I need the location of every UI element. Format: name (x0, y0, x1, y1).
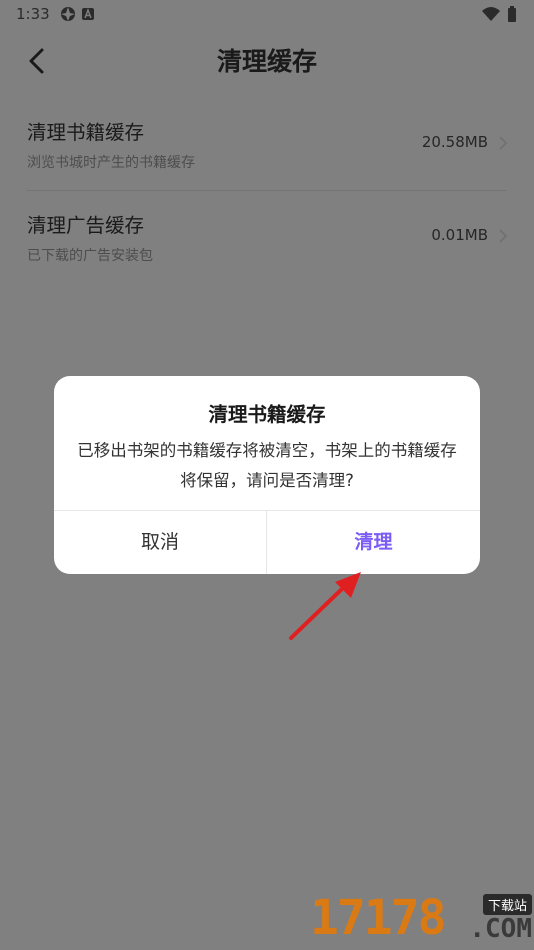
clear-book-cache-item[interactable]: 清理书籍缓存 浏览书城时产生的书籍缓存 20.58MB (0, 98, 534, 191)
item-description: 浏览书城时产生的书籍缓存 (27, 155, 195, 171)
status-system-icons (482, 6, 516, 22)
aperture-icon (61, 7, 75, 21)
watermark-badge: 下载站 (482, 894, 532, 915)
chevron-right-icon (499, 136, 508, 150)
settings-list: 清理书籍缓存 浏览书城时产生的书籍缓存 20.58MB 清理广告缓存 已下载的广… (0, 98, 534, 284)
dialog-title: 清理书籍缓存 (208, 403, 326, 426)
chevron-right-icon (499, 229, 508, 243)
wifi-icon (482, 7, 500, 21)
status-time: 1:33 (16, 5, 50, 23)
screen: 1:33 清理缓存 清理书籍缓存 浏览书城时产生的书籍缓存 20.58MB 清理… (0, 0, 534, 950)
watermark-domain: .COM (469, 914, 532, 944)
header: 清理缓存 (0, 28, 534, 98)
cache-size: 0.01MB (431, 226, 488, 244)
status-bar: 1:33 (0, 0, 534, 28)
watermark-logo: 17178 下载站 .COM (310, 890, 534, 950)
cache-size: 20.58MB (421, 133, 488, 151)
battery-icon (508, 6, 516, 22)
item-description: 已下载的广告安装包 (27, 248, 153, 264)
a-box-icon (82, 8, 94, 20)
item-title: 清理广告缓存 (27, 214, 145, 237)
page-title: 清理缓存 (216, 47, 317, 76)
cancel-button[interactable]: 取消 (54, 511, 266, 574)
item-title: 清理书籍缓存 (27, 121, 145, 144)
dialog-message: 已移出书架的书籍缓存将被清空，书架上的书籍缓存将保留，请问是否清理? (77, 441, 457, 490)
status-notification-icons (61, 7, 94, 21)
red-arrow-annotation (289, 572, 361, 640)
clear-button[interactable]: 清理 (267, 511, 480, 574)
clear-ad-cache-item[interactable]: 清理广告缓存 已下载的广告安装包 0.01MB (0, 191, 534, 284)
confirm-dialog: 清理书籍缓存 已移出书架的书籍缓存将被清空，书架上的书籍缓存将保留，请问是否清理… (54, 376, 480, 574)
watermark-digits: 17178 (310, 890, 446, 946)
